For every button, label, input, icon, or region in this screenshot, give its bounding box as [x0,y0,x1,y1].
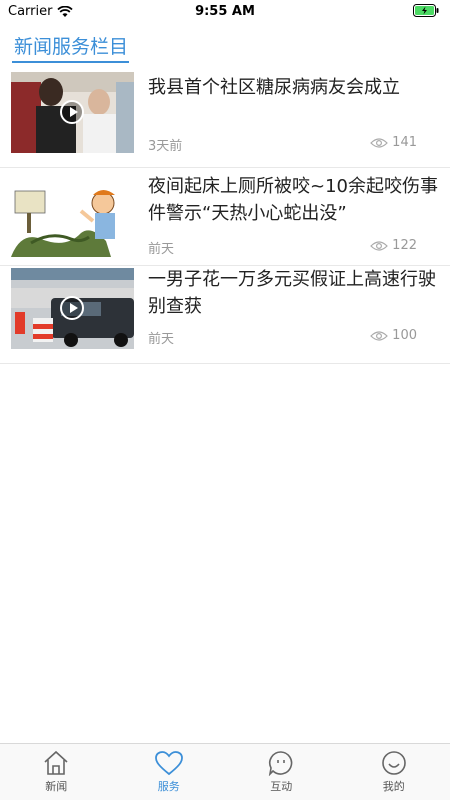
news-thumbnail[interactable] [11,181,134,257]
news-item[interactable]: 一男子花一万多元买假证上高速行驶别查获 前天 100 [0,266,450,364]
home-icon [44,750,68,775]
news-item[interactable]: 我县首个社区糖尿病病友会成立 3天前 141 [0,70,450,168]
tab-service[interactable]: 服务 [113,744,226,800]
tab-mine[interactable]: 我的 [338,744,450,800]
news-views: 100 [370,328,417,343]
tab-news[interactable]: 新闻 [0,744,113,800]
status-right [413,4,440,21]
view-count: 141 [392,135,417,150]
eye-icon [370,330,389,341]
tab-interaction[interactable]: 互动 [225,744,338,800]
news-title[interactable]: 我县首个社区糖尿病病友会成立 [148,74,438,101]
eye-icon [370,240,389,251]
page-title: 新闻服务栏目 [14,36,129,58]
tab-label: 服务 [157,780,180,793]
view-count: 122 [392,238,417,253]
play-icon[interactable] [60,296,84,320]
news-item[interactable]: 夜间起床上厕所被咬~10余起咬伤事件警示“天热小心蛇出没” 前天 122 [0,168,450,266]
news-thumbnail[interactable] [11,72,134,153]
tab-bar: 新闻 服务 互动 我的 [0,743,450,800]
eye-icon [370,137,389,148]
header: 新闻服务栏目 [0,26,450,66]
title-underline [12,61,129,63]
news-time: 前天 [148,332,175,347]
play-icon[interactable] [60,100,84,124]
news-views: 141 [370,135,417,150]
thumbnail-image [11,181,134,257]
chat-icon [269,751,293,776]
news-title[interactable]: 夜间起床上厕所被咬~10余起咬伤事件警示“天热小心蛇出没” [148,173,438,227]
smile-icon [381,751,406,775]
tab-label: 新闻 [45,780,68,793]
battery-charging-icon [413,4,439,17]
news-title[interactable]: 一男子花一万多元买假证上高速行驶别查获 [148,266,438,320]
news-views: 122 [370,238,417,253]
heart-icon [154,751,183,776]
news-time: 3天前 [148,139,183,154]
status-time: 9:55 AM [195,4,255,19]
news-thumbnail[interactable] [11,268,134,349]
news-time: 前天 [148,242,175,257]
tab-label: 互动 [270,780,293,793]
tab-label: 我的 [382,780,405,793]
news-list: 我县首个社区糖尿病病友会成立 3天前 141 夜间起床上厕所被咬~10余起咬伤事… [0,70,450,364]
view-count: 100 [392,328,417,343]
status-bar: Carrier 9:55 AM [0,0,450,24]
